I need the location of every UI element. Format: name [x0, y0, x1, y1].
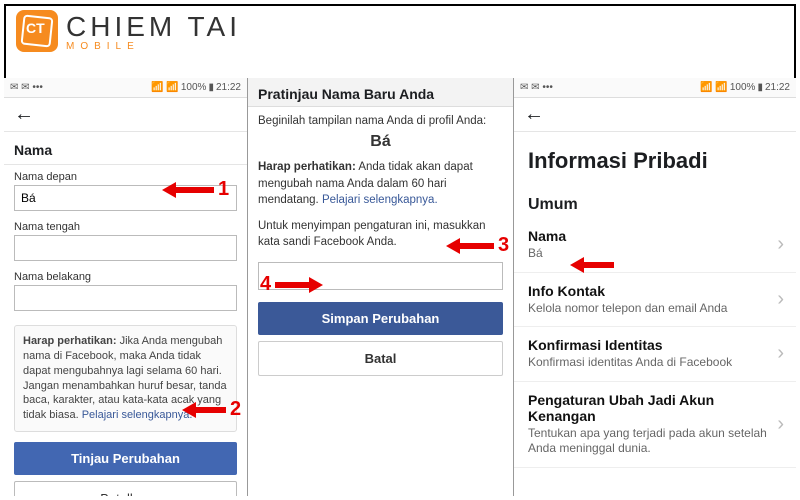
review-changes-button[interactable]: Tinjau Perubahan: [14, 442, 237, 475]
password-input[interactable]: [258, 262, 503, 290]
status-left-icons-3: ✉ ✉ •••: [520, 82, 553, 93]
back-arrow-icon: ←: [14, 103, 34, 126]
preview-intro: Beginilah tampilan nama Anda di profil A…: [258, 113, 503, 129]
list-item-title: Info Kontak: [528, 283, 775, 299]
status-bar-3: ✉ ✉ ••• 📶 📶 100% ▮ 21:22: [514, 78, 796, 98]
status-left-icons: ✉ ✉ •••: [10, 82, 43, 93]
battery-icon-3: ▮: [757, 82, 763, 93]
name-change-notice: Harap perhatikan: Jika Anda mengubah nam…: [14, 325, 237, 432]
save-changes-button[interactable]: Simpan Perubahan: [258, 302, 503, 335]
clock-time-3: 21:22: [765, 82, 790, 93]
logo-badge-icon: CT: [16, 10, 58, 52]
list-item-title: Pengaturan Ubah Jadi Akun Kenangan: [528, 392, 775, 424]
screenshot-panel-1: ✉ ✉ ••• 📶 📶 100% ▮ 21:22 ← Nama Nama dep…: [4, 78, 248, 496]
back-button-row[interactable]: ←: [4, 98, 247, 132]
list-item-akun-kenangan[interactable]: Pengaturan Ubah Jadi Akun Kenangan Tentu…: [514, 382, 796, 468]
preview-warning: Harap perhatikan: Anda tidak akan dapat …: [258, 159, 503, 207]
list-item-konfirmasi-identitas[interactable]: Konfirmasi Identitas Konfirmasi identita…: [514, 327, 796, 382]
battery-percent: 100%: [181, 82, 207, 93]
battery-icon: ▮: [208, 82, 214, 93]
logo-text: CHIEM TAI: [66, 11, 241, 43]
preview-title: Pratinjau Nama Baru Anda: [248, 78, 513, 107]
list-item-info-kontak[interactable]: Info Kontak Kelola nomor telepon dan ema…: [514, 273, 796, 328]
middle-name-label: Nama tengah: [4, 215, 247, 235]
last-name-input[interactable]: [14, 285, 237, 311]
back-arrow-icon-3: ←: [524, 103, 544, 126]
cancel-button-2[interactable]: Batal: [258, 341, 503, 376]
list-item-title: Nama: [528, 228, 775, 244]
list-item-sub: Tentukan apa yang terjadi pada akun sete…: [528, 426, 775, 457]
first-name-input[interactable]: [14, 185, 237, 211]
cancel-button[interactable]: Batalkan: [14, 481, 237, 496]
first-name-label: Nama depan: [4, 165, 247, 185]
learn-more-link[interactable]: Pelajari selengkapnya.: [82, 409, 193, 421]
chevron-right-icon: ›: [775, 288, 786, 311]
chevron-right-icon: ›: [775, 342, 786, 365]
section-nama-heading: Nama: [4, 132, 247, 165]
password-prompt-text: Untuk menyimpan pengaturan ini, masukkan…: [258, 218, 503, 250]
preview-display-name: Bá: [258, 131, 503, 153]
brand-logo: CT CHIEM TAI MOBILE: [16, 10, 241, 52]
battery-percent-3: 100%: [730, 82, 756, 93]
screenshot-panel-3: ✉ ✉ ••• 📶 📶 100% ▮ 21:22 ← Informasi Pri…: [514, 78, 796, 496]
signal-icon: 📶 📶: [151, 82, 179, 93]
learn-more-link-2[interactable]: Pelajari selengkapnya.: [322, 194, 438, 206]
list-item-sub: Bá: [528, 246, 775, 262]
screenshot-panel-2: Pratinjau Nama Baru Anda Beginilah tampi…: [248, 78, 514, 496]
list-item-title: Konfirmasi Identitas: [528, 337, 775, 353]
last-name-label: Nama belakang: [4, 265, 247, 285]
status-bar: ✉ ✉ ••• 📶 📶 100% ▮ 21:22: [4, 78, 247, 98]
list-item-nama[interactable]: Nama Bá ›: [514, 218, 796, 273]
list-item-sub: Kelola nomor telepon dan email Anda: [528, 301, 775, 317]
back-button-row-3[interactable]: ←: [514, 98, 796, 132]
middle-name-input[interactable]: [14, 235, 237, 261]
clock-time: 21:22: [216, 82, 241, 93]
group-umum-heading: Umum: [514, 186, 796, 218]
chevron-right-icon: ›: [775, 413, 786, 436]
page-title: Informasi Pribadi: [514, 132, 796, 186]
chevron-right-icon: ›: [775, 233, 786, 256]
signal-icon-3: 📶 📶: [700, 82, 728, 93]
list-item-sub: Konfirmasi identitas Anda di Facebook: [528, 355, 775, 371]
